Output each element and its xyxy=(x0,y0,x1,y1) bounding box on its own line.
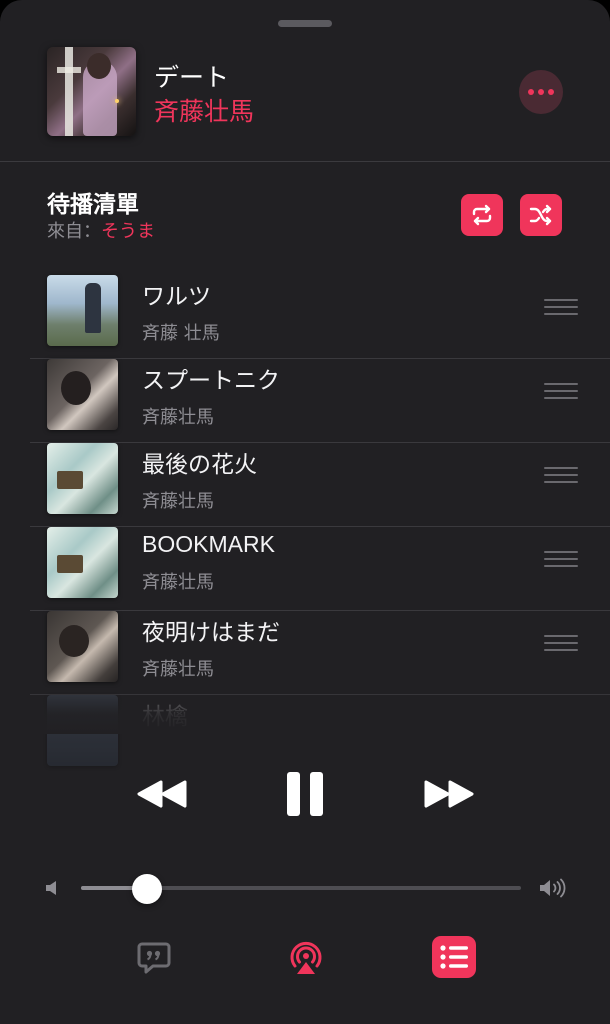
now-playing-sheet: デート 斉藤壮馬 待播清單 來自：そうま ワルツ 斉藤 壮馬 スプートニク 斉藤… xyxy=(0,0,610,1024)
fast-forward-icon xyxy=(424,780,474,808)
now-playing-artist[interactable]: 斉藤壮馬 xyxy=(154,92,254,128)
pause-button[interactable] xyxy=(281,768,329,820)
reorder-handle-icon[interactable] xyxy=(544,467,578,485)
track-title: 最後の花火 xyxy=(142,452,257,478)
list-item[interactable]: 夜明けはまだ 斉藤壮馬 xyxy=(30,611,610,695)
previous-button[interactable] xyxy=(133,772,191,816)
reorder-handle-icon[interactable] xyxy=(544,551,578,569)
list-item[interactable]: スプートニク 斉藤壮馬 xyxy=(30,359,610,443)
queue-from-label: 來自： xyxy=(47,221,101,242)
queue-list-icon xyxy=(440,945,468,969)
shuffle-icon xyxy=(529,204,552,226)
track-artist: 斉藤壮馬 xyxy=(142,407,214,428)
repeat-button[interactable] xyxy=(461,194,503,236)
track-artist: 斉藤壮馬 xyxy=(142,659,214,680)
track-title: 夜明けはまだ xyxy=(142,620,280,646)
track-artwork xyxy=(47,443,118,514)
reorder-handle-icon[interactable] xyxy=(544,635,578,653)
track-artist: 斉藤壮馬 xyxy=(142,491,214,512)
rewind-icon xyxy=(137,780,187,808)
sheet-grabber[interactable] xyxy=(278,20,332,27)
next-button[interactable] xyxy=(420,772,478,816)
queue-heading: 待播清單 xyxy=(47,192,139,218)
volume-low-icon xyxy=(46,881,56,895)
pause-icon xyxy=(287,772,323,816)
volume-high-icon xyxy=(540,878,566,898)
shuffle-button[interactable] xyxy=(520,194,562,236)
track-artwork xyxy=(47,527,118,598)
now-playing-title: デート xyxy=(154,63,230,92)
list-item[interactable]: BOOKMARK 斉藤壮馬 xyxy=(30,527,610,611)
airplay-icon xyxy=(290,941,322,974)
queue-source: 來自：そうま xyxy=(47,217,155,243)
lyrics-icon xyxy=(137,942,171,974)
list-fade xyxy=(0,690,610,734)
track-artist: 斉藤壮馬 xyxy=(142,572,214,593)
track-title: スプートニク xyxy=(142,368,280,394)
reorder-handle-icon[interactable] xyxy=(544,299,578,317)
queue-source-name[interactable]: そうま xyxy=(101,221,155,242)
header-divider xyxy=(0,161,610,162)
list-item[interactable]: 最後の花火 斉藤壮馬 xyxy=(30,443,610,527)
now-playing-artwork[interactable] xyxy=(47,47,136,136)
track-artwork xyxy=(47,611,118,682)
list-item[interactable]: ワルツ 斉藤 壮馬 xyxy=(30,275,610,359)
lyrics-button[interactable] xyxy=(134,938,174,978)
more-button[interactable] xyxy=(519,70,563,114)
repeat-icon xyxy=(472,204,492,226)
queue-button[interactable] xyxy=(432,936,476,978)
reorder-handle-icon[interactable] xyxy=(544,383,578,401)
track-artwork xyxy=(47,275,118,346)
airplay-button[interactable] xyxy=(284,936,328,980)
track-artist: 斉藤 壮馬 xyxy=(142,323,220,344)
volume-knob[interactable] xyxy=(132,874,162,904)
track-artwork xyxy=(47,359,118,430)
ellipsis-icon xyxy=(528,89,534,95)
track-title: ワルツ xyxy=(142,284,211,310)
track-title: BOOKMARK xyxy=(142,531,275,557)
